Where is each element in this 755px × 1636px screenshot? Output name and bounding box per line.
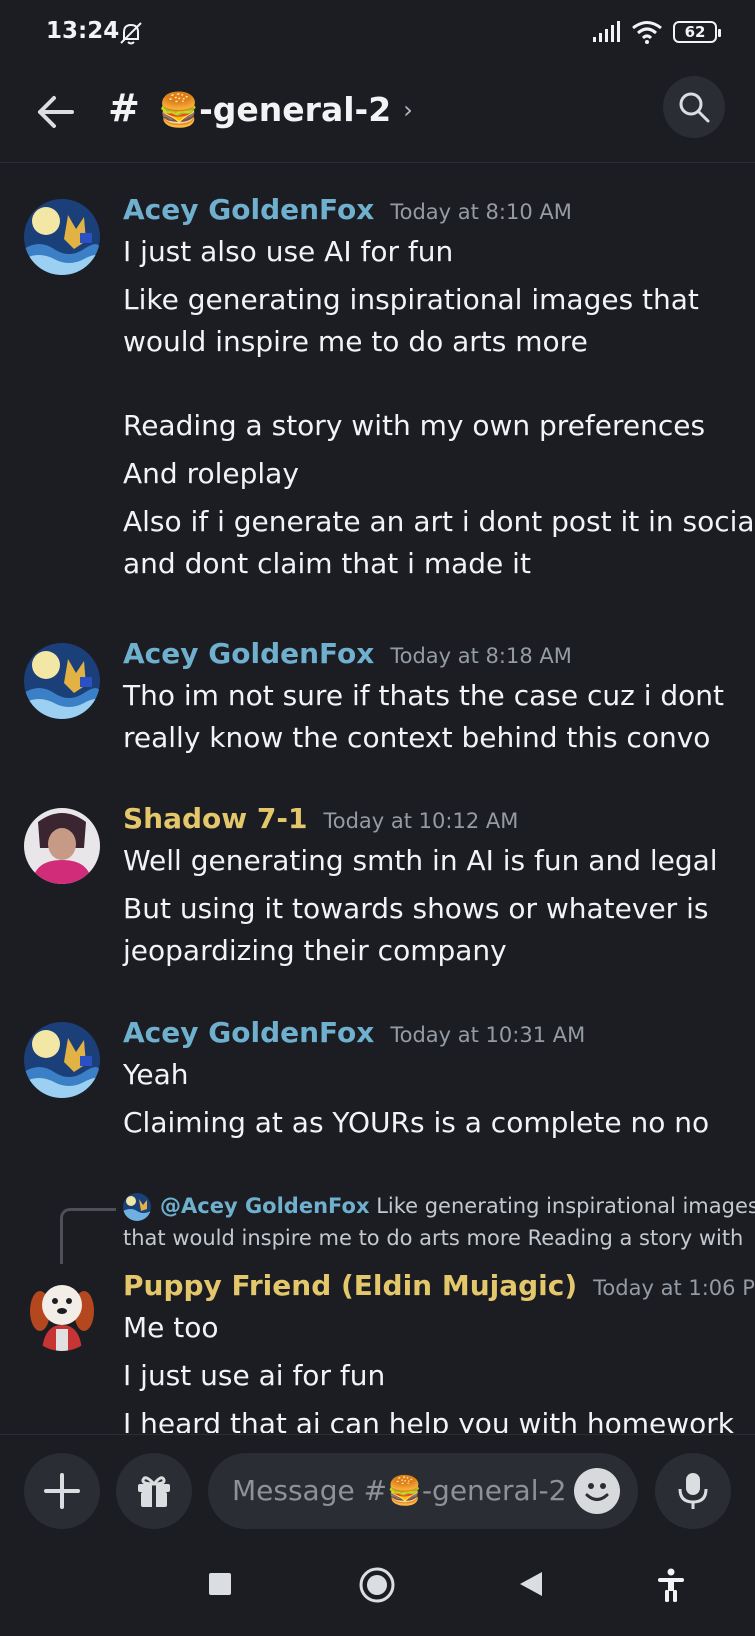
avatar[interactable] <box>24 1022 100 1098</box>
bell-off-icon <box>120 22 142 45</box>
wifi-icon <box>632 21 662 44</box>
channel-name: 🍔-general-2 <box>158 90 392 129</box>
gift-button[interactable] <box>116 1453 192 1529</box>
message-line: Tho im not sure if thats the case cuz i … <box>123 679 725 712</box>
message-line: Yeah <box>123 1058 189 1091</box>
avatar[interactable] <box>24 808 100 884</box>
message-composer: Message #🍔-general-2 <box>0 1434 755 1543</box>
reply-snippet-line: that would inspire me to do arts more Re… <box>123 1226 744 1250</box>
reply-snippet: Like generating inspirational images <box>376 1194 755 1218</box>
search-button[interactable] <box>663 76 725 138</box>
channel-title[interactable]: 🍔-general-2 › <box>158 90 413 130</box>
message-header: Acey GoldenFox Today at 10:31 AM <box>123 1016 585 1049</box>
add-attachment-button[interactable] <box>24 1453 100 1529</box>
username[interactable]: Acey GoldenFox <box>123 637 374 670</box>
reply-snippet-line: @Acey GoldenFox Like generating inspirat… <box>160 1194 755 1218</box>
username[interactable]: Puppy Friend (Eldin Mujagic) <box>123 1269 577 1302</box>
message-line: Reading a story with my own preferences <box>123 409 706 442</box>
battery-level: 62 <box>684 23 706 41</box>
message-line: And roleplay <box>123 457 299 490</box>
status-bar: 13:24 62 <box>0 0 755 70</box>
timestamp: Today at 10:12 AM <box>323 809 519 833</box>
accessibility-icon[interactable] <box>656 1568 686 1602</box>
timestamp: Today at 1:06 PM <box>593 1276 755 1300</box>
message-line: jeopardizing their company <box>123 934 507 967</box>
timestamp: Today at 8:18 AM <box>390 644 572 668</box>
signal-icon <box>593 21 620 42</box>
message-input-placeholder: Message #🍔-general-2 <box>232 1474 567 1507</box>
message-line: would inspire me to do arts more <box>123 325 588 358</box>
back-arrow-icon[interactable] <box>32 88 80 136</box>
message-line: I heard that ai can help you with homewo… <box>123 1407 734 1433</box>
timestamp: Today at 10:31 AM <box>390 1023 586 1047</box>
reply-connector <box>60 1208 116 1264</box>
avatar[interactable] <box>24 199 100 275</box>
message-line: and dont claim that i made it <box>123 547 531 580</box>
status-time: 13:24 <box>46 18 120 44</box>
microphone-icon <box>678 1473 708 1509</box>
avatar[interactable] <box>24 643 100 719</box>
message-line: Also if i generate an art i dont post it… <box>123 505 755 538</box>
message-line: Like generating inspirational images tha… <box>123 283 699 316</box>
username[interactable]: Acey GoldenFox <box>123 193 374 226</box>
smiley-icon <box>585 1483 609 1501</box>
username[interactable]: Shadow 7-1 <box>123 802 307 835</box>
message-header: Acey GoldenFox Today at 8:10 AM <box>123 193 572 226</box>
voice-message-button[interactable] <box>655 1453 731 1529</box>
channel-header: # 🍔-general-2 › <box>0 70 755 163</box>
plus-icon <box>44 1473 80 1509</box>
message-line: I just use ai for fun <box>123 1359 386 1392</box>
message-header: Acey GoldenFox Today at 8:18 AM <box>123 637 572 670</box>
message-line: I just also use AI for fun <box>123 235 454 268</box>
chevron-right-icon: › <box>403 96 413 124</box>
reply-avatar <box>123 1193 151 1221</box>
reply-mention: @Acey GoldenFox <box>160 1194 370 1218</box>
message-input[interactable]: Message #🍔-general-2 <box>208 1453 638 1529</box>
message-line: Claiming at as YOURs is a complete no no <box>123 1106 710 1139</box>
recent-apps-icon[interactable] <box>208 1572 232 1596</box>
emoji-button[interactable] <box>574 1468 620 1514</box>
message-line: Well generating smth in AI is fun and le… <box>123 844 718 877</box>
home-icon[interactable] <box>358 1566 396 1604</box>
message-line: really know the context behind this conv… <box>123 721 711 754</box>
avatar[interactable] <box>24 1275 100 1351</box>
message-line: Me too <box>123 1311 219 1344</box>
timestamp: Today at 8:10 AM <box>390 200 572 224</box>
username[interactable]: Acey GoldenFox <box>123 1016 374 1049</box>
back-nav-icon[interactable] <box>518 1570 544 1598</box>
message-header: Shadow 7-1 Today at 10:12 AM <box>123 802 518 835</box>
search-icon <box>679 92 710 123</box>
battery-icon: 62 <box>673 21 721 43</box>
system-nav-bar <box>0 1542 755 1636</box>
message-list[interactable]: Acey GoldenFox Today at 8:10 AM I just a… <box>0 163 755 1433</box>
message-header: Puppy Friend (Eldin Mujagic) Today at 1:… <box>123 1269 755 1302</box>
channel-hash-icon: # <box>108 86 140 130</box>
message-line: But using it towards shows or whatever i… <box>123 892 709 925</box>
gift-icon <box>138 1476 170 1507</box>
